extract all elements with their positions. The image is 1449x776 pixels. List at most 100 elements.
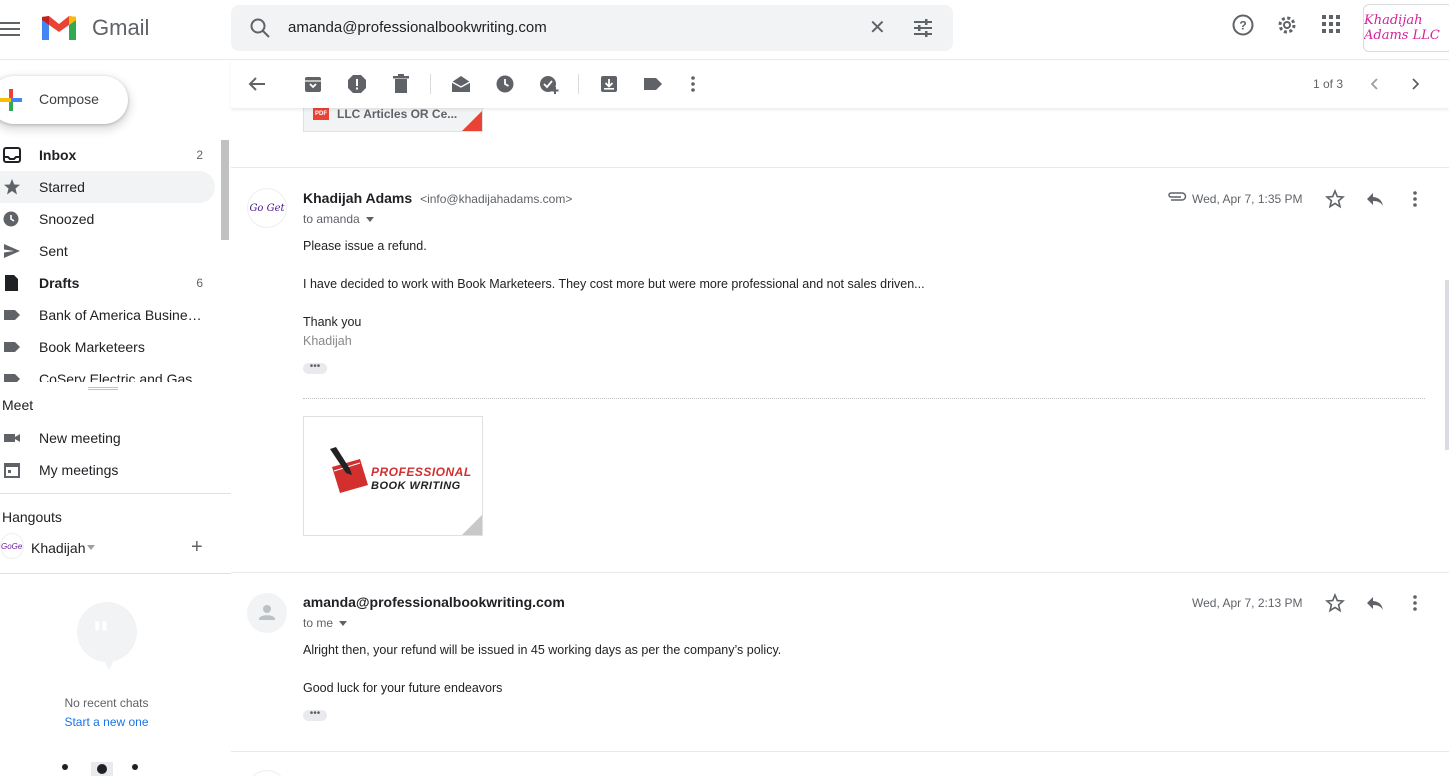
compose-button[interactable]: Compose [0,76,128,124]
attachment-corner [462,515,482,535]
search-input[interactable]: amanda@professionalbookwriting.com [288,19,547,36]
move-to-icon[interactable] [599,74,619,94]
avatar[interactable]: GoGet [247,770,287,776]
add-icon[interactable]: + [191,536,203,559]
person-icon [259,605,275,620]
sidebar-item-label: Inbox [39,147,77,163]
avatar[interactable] [247,593,287,633]
sidebar: Compose Inbox 2 Starred Snoozed Sent Dra… [0,60,231,776]
message-date: Wed, Apr 7, 1:35 PM [1192,192,1303,206]
toolbar-separator [578,74,579,94]
chevron-left-icon[interactable] [1365,74,1385,94]
chevron-right-icon[interactable] [1405,74,1425,94]
my-meetings-button[interactable]: My meetings [0,454,222,486]
reply-icon[interactable] [1365,189,1385,209]
more-vert-icon[interactable] [1405,593,1425,613]
chevron-down-icon[interactable] [365,217,374,223]
sidebar-item-coserv[interactable]: CoServ Electric and Gas [0,363,215,382]
label-as-icon[interactable] [643,74,663,94]
pagination-text: 1 of 3 [1313,77,1344,91]
sender-name[interactable]: amanda@professionalbookwriting.com [303,594,565,610]
more-vert-icon[interactable] [1405,189,1425,209]
star-icon[interactable] [1325,189,1345,209]
quote-icon: " [92,615,110,655]
new-meeting-button[interactable]: New meeting [0,422,222,454]
message-body-line: Thank you [303,315,362,329]
start-new-chat-link[interactable]: Start a new one [0,715,213,729]
account-brand-logo[interactable]: Khadijah Adams LLC [1363,4,1449,52]
logo-text-professional: PROFESSIONAL [371,465,472,479]
attachment-chip-pdf[interactable]: PDF LLC Articles OR Ce... [303,108,483,132]
help-icon[interactable]: ? [1232,14,1254,36]
recipient-line[interactable]: to amanda [303,212,374,226]
recipient-line[interactable]: to me [303,616,348,630]
snooze-icon[interactable] [495,74,515,94]
message-date: Wed, Apr 7, 2:13 PM [1192,596,1303,610]
sidebar-scrollbar[interactable] [221,140,229,240]
show-trimmed-content-button[interactable]: ••• [303,362,327,374]
divider [0,493,231,494]
sidebar-item-bank-of-america[interactable]: Bank of America Busine… [0,299,215,331]
sidebar-item-inbox[interactable]: Inbox 2 [0,139,215,171]
sidebar-item-label: Book Marketeers [39,339,145,355]
my-meetings-label: My meetings [39,462,119,478]
svg-text:?: ? [1239,19,1246,33]
message-body-line: Alright then, your refund will be issued… [303,643,782,657]
sidebar-item-drafts[interactable]: Drafts 6 [0,267,215,299]
clock-icon [3,211,19,227]
sender-email: <info@khadijahadams.com> [420,192,573,206]
menu-icon[interactable] [0,18,22,40]
message-body-line: Good luck for your future endeavors [303,681,503,695]
mark-unread-icon[interactable] [451,74,471,94]
message-body-line: Please issue a refund. [303,239,427,253]
resize-handle[interactable] [88,387,118,390]
message-toolbar: 1 of 3 [231,60,1449,108]
avatar[interactable]: Go Get That Money [247,188,287,228]
attachment-thumbnail[interactable]: PROFESSIONAL BOOK WRITING [303,416,483,536]
message-divider [231,751,1449,752]
sidebar-item-sent[interactable]: Sent [0,235,215,267]
label-icon [4,342,20,352]
delete-icon[interactable] [391,74,411,94]
sidebar-item-label: CoServ Electric and Gas [39,371,193,382]
back-arrow-icon[interactable] [247,74,267,94]
sidebar-item-label: Starred [39,179,85,195]
archive-icon[interactable] [303,74,323,94]
hangouts-user[interactable]: GoGet Khadijah + [0,533,222,563]
show-trimmed-content-button[interactable]: ••• [303,709,327,721]
recipient-text: to amanda [303,212,360,226]
bottom-tab-icons[interactable] [55,762,145,776]
tune-icon[interactable] [913,18,933,38]
search-icon[interactable] [249,17,271,39]
book-pen-logo-icon [330,447,368,493]
clear-icon[interactable]: ✕ [869,18,886,38]
reply-icon[interactable] [1365,593,1385,613]
sidebar-item-snoozed[interactable]: Snoozed [0,203,215,235]
chevron-down-icon[interactable] [87,545,95,550]
brand-logo-text: Khadijah Adams LLC [1364,13,1440,43]
attachment-corner [462,111,482,131]
more-vert-icon[interactable] [683,74,703,94]
gmail-logo[interactable]: Gmail [40,14,149,42]
compose-plus-icon [0,89,22,111]
no-chats-text: No recent chats [64,696,149,710]
video-camera-icon [4,434,20,442]
sender-name-text: Khadijah Adams [303,190,413,206]
sender-name[interactable]: Khadijah Adams <info@khadijahadams.com> [303,190,572,206]
attachment-name: LLC Articles OR Ce... [337,108,458,121]
app-name: Gmail [92,15,150,40]
report-spam-icon[interactable] [347,74,367,94]
search-bar[interactable]: amanda@professionalbookwriting.com ✕ [231,5,953,51]
signature: Khadijah [303,334,352,348]
sidebar-item-starred[interactable]: Starred [0,171,215,203]
settings-icon[interactable] [1276,14,1298,36]
content-scrollbar[interactable] [1445,280,1449,450]
apps-icon[interactable] [1321,14,1341,34]
chevron-down-icon[interactable] [339,621,348,627]
inbox-icon [3,147,21,163]
sidebar-item-book-marketeers[interactable]: Book Marketeers [0,331,215,363]
label-icon [4,374,20,382]
add-to-tasks-icon[interactable] [539,74,559,94]
sidebar-item-label: Snoozed [39,211,95,227]
star-icon[interactable] [1325,593,1345,613]
